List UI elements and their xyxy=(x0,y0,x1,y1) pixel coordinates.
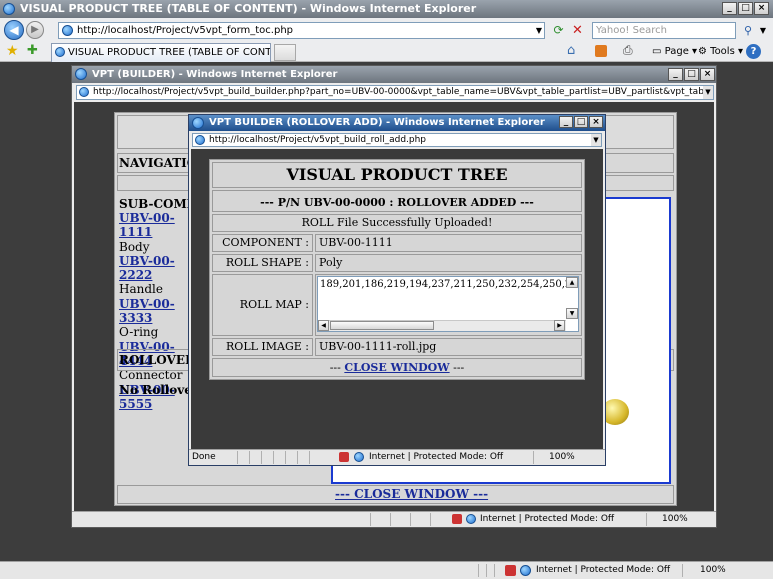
feeds-icon[interactable] xyxy=(595,45,607,57)
component-name-2: Handle xyxy=(119,282,163,297)
textarea-hscroll-thumb[interactable] xyxy=(330,321,434,330)
roll-image-value: UBV-00-1111-roll.jpg xyxy=(315,338,582,356)
outer-zone-text: Internet | Protected Mode: Off xyxy=(536,565,671,575)
builder-title-bar: VPT (BUILDER) - Windows Internet Explore… xyxy=(72,66,716,83)
upload-success-message: ROLL File Successfully Uploaded! xyxy=(212,214,582,232)
rollover-zoom[interactable]: 100% xyxy=(549,450,575,464)
roll-map-label: ROLL MAP : xyxy=(212,274,313,336)
search-icon[interactable]: ⚲ xyxy=(740,22,756,39)
page-icon xyxy=(62,25,73,36)
builder-window-title: VPT (BUILDER) - Windows Internet Explore… xyxy=(92,69,338,80)
rollover-zone-text: Internet | Protected Mode: Off xyxy=(369,452,504,462)
rollover-page-icon xyxy=(195,135,205,145)
component-name-1: Body xyxy=(119,239,150,254)
builder-close-button[interactable]: × xyxy=(700,68,715,81)
tab-visual-product-tree[interactable]: VISUAL PRODUCT TREE (TABLE OF CONTENT) xyxy=(51,43,271,62)
rollover-heading: VISUAL PRODUCT TREE xyxy=(212,162,582,188)
print-icon[interactable]: ⎙ xyxy=(623,43,633,58)
rollover-subheading: --- P/N UBV-00-0000 : ROLLOVER ADDED --- xyxy=(212,190,582,212)
builder-page-icon xyxy=(79,87,89,97)
refresh-icon[interactable]: ⟳ xyxy=(551,23,566,38)
rollover-address-bar[interactable]: http://localhost/Project/v5vpt_build_rol… xyxy=(192,133,602,147)
rollover-protected-icon xyxy=(339,452,349,462)
component-name-3: O-ring xyxy=(119,325,159,340)
textarea-vscroll-down[interactable]: ▼ xyxy=(566,308,578,319)
forward-icon[interactable]: ▶ xyxy=(26,21,44,39)
roll-shape-label: ROLL SHAPE : xyxy=(212,254,313,272)
rollover-window-title: VPT BUILDER (ROLLOVER ADD) - Windows Int… xyxy=(209,117,545,128)
textarea-hscroll-right[interactable]: ▶ xyxy=(554,320,565,331)
outer-address-row: ◀ ▶ http://localhost/Project/v5vpt_form_… xyxy=(0,18,773,42)
builder-status-bar: Internet | Protected Mode: Off 100% xyxy=(72,511,716,527)
rollover-window: VPT BUILDER (ROLLOVER ADD) - Windows Int… xyxy=(188,114,606,466)
new-tab-button[interactable] xyxy=(274,44,296,61)
outer-title-bar: VISUAL PRODUCT TREE (TABLE OF CONTENT) -… xyxy=(0,0,773,18)
rollover-close-row: --- CLOSE WINDOW --- xyxy=(212,358,582,377)
roll-image-label: ROLL IMAGE : xyxy=(212,338,313,356)
ie-icon xyxy=(3,3,15,15)
builder-zone-text: Internet | Protected Mode: Off xyxy=(480,514,615,524)
textarea-hscroll-left[interactable]: ◀ xyxy=(318,320,329,331)
roll-shape-value: Poly xyxy=(315,254,582,272)
component-link-3[interactable]: UBV-00-3333 xyxy=(119,297,199,326)
builder-zoom[interactable]: 100% xyxy=(662,512,688,526)
builder-close-window-link[interactable]: --- CLOSE WINDOW --- xyxy=(335,487,488,501)
help-icon[interactable]: ? xyxy=(746,44,761,59)
rollover-ie-icon xyxy=(192,117,204,129)
component-link-1[interactable]: UBV-00-1111 xyxy=(119,211,199,240)
close-button[interactable]: × xyxy=(754,2,769,15)
tools-menu[interactable]: ⚙ Tools ▾ xyxy=(698,44,743,60)
rollover-close-window-link[interactable]: CLOSE WINDOW xyxy=(344,361,449,374)
rollover-page: VISUAL PRODUCT TREE --- P/N UBV-00-0000 … xyxy=(191,149,603,449)
builder-zone-icon xyxy=(466,514,476,524)
textarea-vscroll-up[interactable]: ▲ xyxy=(566,277,578,288)
builder-minimize-button[interactable]: _ xyxy=(668,68,683,81)
rollover-close-button[interactable]: × xyxy=(589,116,603,128)
address-dropdown-icon[interactable]: ▼ xyxy=(534,23,544,38)
back-icon[interactable]: ◀ xyxy=(4,20,24,40)
builder-ie-icon xyxy=(75,68,87,80)
outer-status-bar: Internet | Protected Mode: Off 100% xyxy=(0,561,773,579)
rollover-address-dropdown-icon[interactable]: ▼ xyxy=(591,134,601,146)
component-list: UBV-00-1111 Body UBV-00-2222 Handle UBV-… xyxy=(119,211,199,411)
builder-maximize-button[interactable]: □ xyxy=(684,68,699,81)
component-link-2[interactable]: UBV-00-2222 xyxy=(119,254,199,283)
component-label: COMPONENT : xyxy=(212,234,313,252)
rollover-status-bar: Done Internet | Protected Mode: Off 100% xyxy=(189,449,605,465)
page-menu[interactable]: ▭ Page ▾ xyxy=(652,44,697,60)
search-options-icon[interactable]: ▼ xyxy=(758,22,768,39)
protected-mode-icon xyxy=(505,565,516,576)
stop-icon[interactable]: ✕ xyxy=(570,23,585,38)
outer-tab-row: ★ ✚ VISUAL PRODUCT TREE (TABLE OF CONTEN… xyxy=(0,42,773,62)
component-value: UBV-00-1111 xyxy=(315,234,582,252)
builder-protected-icon xyxy=(452,514,462,524)
home-icon[interactable]: ⌂ xyxy=(567,43,575,58)
tab-ie-icon xyxy=(55,47,65,57)
rollover-done-text: Done xyxy=(192,452,216,462)
outer-zoom[interactable]: 100% xyxy=(700,562,726,578)
rollover-zone-icon xyxy=(354,452,364,462)
maximize-button[interactable]: □ xyxy=(738,2,753,15)
minimize-button[interactable]: _ xyxy=(722,2,737,15)
outer-address-bar[interactable]: http://localhost/Project/v5vpt_form_toc.… xyxy=(58,22,545,39)
rollover-maximize-button[interactable]: □ xyxy=(574,116,588,128)
rollover-form: VISUAL PRODUCT TREE --- P/N UBV-00-0000 … xyxy=(209,159,585,380)
favorites-star-icon[interactable]: ★ xyxy=(6,43,19,59)
rollover-title-bar: VPT BUILDER (ROLLOVER ADD) - Windows Int… xyxy=(189,115,605,131)
outer-window-title: VISUAL PRODUCT TREE (TABLE OF CONTENT) -… xyxy=(20,2,477,15)
internet-zone-icon xyxy=(520,565,531,576)
add-favorites-icon[interactable]: ✚ xyxy=(27,43,38,58)
builder-address-dropdown-icon[interactable]: ▼ xyxy=(703,86,713,99)
builder-address-bar[interactable]: http://localhost/Project/v5vpt_build_bui… xyxy=(76,85,714,100)
rollover-minimize-button[interactable]: _ xyxy=(559,116,573,128)
search-input[interactable]: Yahoo! Search xyxy=(592,22,736,39)
